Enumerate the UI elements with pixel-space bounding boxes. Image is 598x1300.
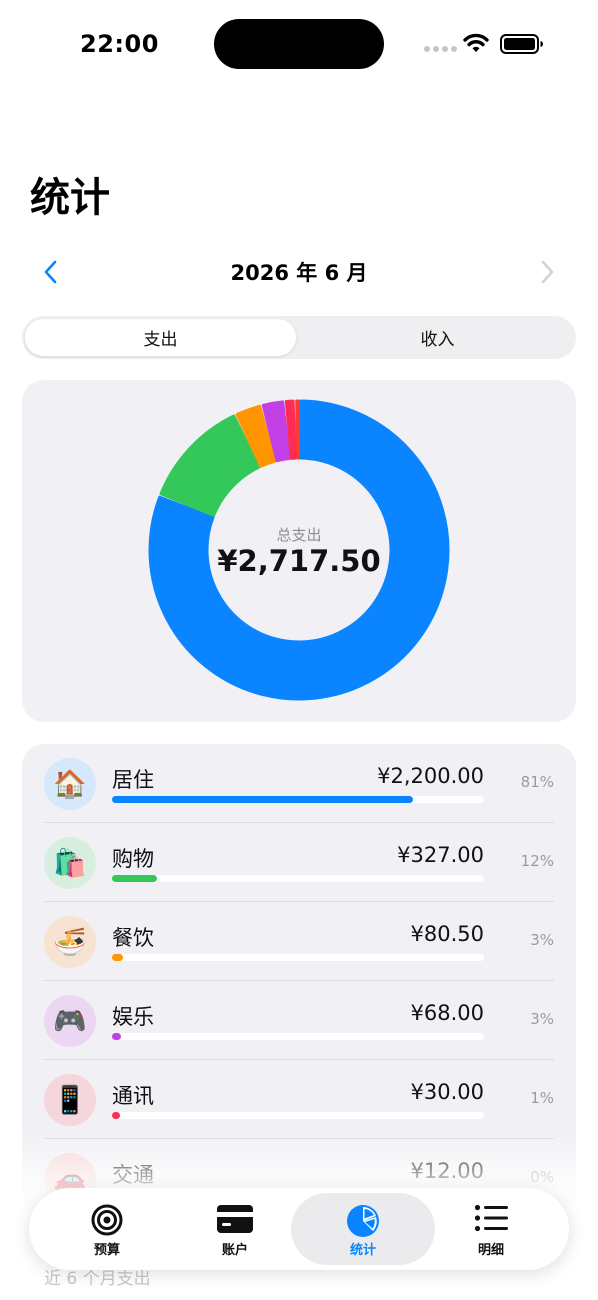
category-name: 娱乐 — [112, 1005, 154, 1029]
donut-slice-6[interactable] — [295, 399, 301, 460]
tab-budget[interactable]: 预算 — [35, 1193, 179, 1265]
category-percent: 3% — [530, 931, 554, 949]
category-percent: 3% — [530, 1010, 554, 1028]
noodle-bowl-icon: 🍜 — [44, 916, 96, 968]
category-percent: 12% — [520, 852, 554, 870]
status-time: 22:00 — [80, 30, 159, 58]
total-expense-label: 总支出 — [276, 526, 322, 544]
category-progress-track — [112, 875, 484, 882]
category-name: 居住 — [112, 768, 154, 792]
expense-income-segmented-control: 支出 收入 — [22, 316, 576, 359]
tab-label: 预算 — [93, 1243, 120, 1258]
target-icon — [91, 1204, 123, 1236]
list-icon — [474, 1204, 508, 1232]
phone-icon: 📱 — [44, 1074, 96, 1126]
tab-statistics[interactable]: 统计 — [291, 1193, 435, 1265]
category-progress-fill — [112, 875, 157, 882]
category-name: 餐饮 — [112, 926, 154, 950]
category-progress-fill — [112, 796, 413, 803]
tab-label: 账户 — [221, 1243, 248, 1258]
category-amount: ¥30.00 — [410, 1080, 484, 1104]
category-amount: ¥80.50 — [410, 922, 484, 946]
battery-icon — [500, 34, 543, 54]
category-row[interactable]: 🎮 娱乐 ¥68.00 3% — [22, 981, 576, 1060]
category-row[interactable]: 🛍️ 购物 ¥327.00 12% — [22, 823, 576, 902]
segment-income[interactable]: 收入 — [302, 319, 573, 356]
month-label: 2026 年 6 月 — [230, 261, 368, 285]
category-row[interactable]: 🍜 餐饮 ¥80.50 3% — [22, 902, 576, 981]
category-amount: ¥2,200.00 — [377, 764, 484, 788]
category-percent: 1% — [530, 1089, 554, 1107]
category-progress-fill — [112, 954, 123, 961]
pie-chart-icon — [347, 1205, 379, 1237]
category-progress-fill — [112, 1112, 120, 1119]
category-name: 购物 — [112, 847, 154, 871]
category-amount: ¥68.00 — [410, 1001, 484, 1025]
category-percent: 81% — [520, 773, 554, 791]
donut-chart-card: 总支出 ¥2,717.50 — [22, 380, 576, 722]
tab-bar: 预算 账户 统计 明细 — [29, 1188, 569, 1270]
total-expense-value: ¥2,717.50 — [217, 544, 381, 578]
house-icon: 🏠 — [44, 758, 96, 810]
game-controller-icon: 🎮 — [44, 995, 96, 1047]
chevron-right-icon[interactable] — [534, 256, 560, 288]
shopping-bags-icon: 🛍️ — [44, 837, 96, 889]
category-row[interactable]: 🏠 居住 ¥2,200.00 81% — [22, 744, 576, 823]
category-progress-track — [112, 1033, 484, 1040]
status-bar: 22:00 — [0, 0, 598, 90]
cellular-signal-icon — [424, 46, 457, 52]
card-icon — [217, 1205, 253, 1233]
category-amount: ¥327.00 — [397, 843, 484, 867]
page-title: 统计 — [30, 175, 110, 221]
tab-label: 统计 — [349, 1243, 376, 1258]
category-progress-track — [112, 954, 484, 961]
category-progress-fill — [112, 1033, 121, 1040]
wifi-icon — [463, 33, 489, 52]
category-name: 通讯 — [112, 1084, 154, 1108]
category-row[interactable]: 📱 通讯 ¥30.00 1% — [22, 1060, 576, 1139]
tab-label: 明细 — [477, 1243, 504, 1258]
segment-expense[interactable]: 支出 — [25, 319, 296, 356]
category-progress-track — [112, 1112, 484, 1119]
tab-details[interactable]: 明细 — [419, 1193, 563, 1265]
category-progress-track — [112, 796, 484, 803]
tab-accounts[interactable]: 账户 — [163, 1193, 307, 1265]
dynamic-island — [214, 19, 384, 69]
